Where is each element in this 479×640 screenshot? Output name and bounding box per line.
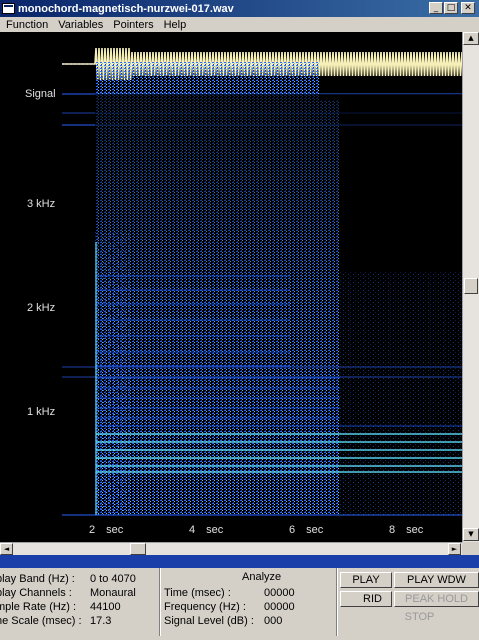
- vertical-scroll-thumb[interactable]: [464, 278, 478, 294]
- status-band: [0, 555, 479, 568]
- menu-help[interactable]: Help: [159, 19, 192, 31]
- scroll-up-icon[interactable]: ▲: [463, 32, 479, 45]
- x-label-6sec: 6 sec: [289, 524, 324, 536]
- menu-variables[interactable]: Variables: [53, 19, 108, 31]
- scroll-corner: [462, 542, 479, 555]
- display-settings: play Band (Hz) : 0 to 4070 play Channels …: [0, 572, 156, 634]
- minimize-button[interactable]: _: [429, 2, 443, 14]
- x-label-4sec: 4 sec: [189, 524, 224, 536]
- info-label: play Band (Hz) :: [0, 573, 75, 585]
- analyze-title: Analyze: [242, 571, 282, 583]
- stop-button[interactable]: STOP: [340, 610, 479, 626]
- info-label: mple Rate (Hz) :: [0, 601, 77, 613]
- info-label: ne Scale (msec) :: [0, 615, 82, 627]
- play-button[interactable]: PLAY: [340, 572, 392, 588]
- play-window-button[interactable]: PLAY WDW: [394, 572, 479, 588]
- info-panel: play Band (Hz) : 0 to 4070 play Channels …: [0, 568, 479, 640]
- peak-hold-button[interactable]: PEAK HOLD: [394, 591, 479, 607]
- analyze-label: Signal Level (dB) :: [164, 615, 254, 627]
- spectrogram-view[interactable]: Signal 3 kHz 2 kHz 1 kHz 2 sec 4 sec 6 s…: [0, 32, 462, 542]
- signal-label: Signal: [25, 88, 56, 100]
- menu-bar: Function Variables Pointers Help: [0, 17, 479, 32]
- vertical-scrollbar[interactable]: ▲ ▼: [462, 32, 479, 542]
- scroll-down-icon[interactable]: ▼: [463, 528, 479, 541]
- maximize-button[interactable]: □: [444, 2, 458, 14]
- y-label-3khz: 3 kHz: [27, 198, 56, 210]
- info-value: Monaural: [90, 587, 136, 599]
- window-title: monochord-magnetisch-nurzwei-017.wav: [18, 2, 234, 15]
- analyze-value: 00000: [264, 587, 295, 599]
- info-value: 44100: [90, 601, 121, 613]
- analyze-label: Time (msec) :: [164, 587, 231, 599]
- panel-divider: [336, 568, 338, 636]
- app-icon: [2, 3, 15, 14]
- info-label: play Channels :: [0, 587, 72, 599]
- horizontal-scroll-thumb[interactable]: [130, 543, 146, 555]
- analyze-value: 000: [264, 615, 283, 627]
- scroll-left-icon[interactable]: ◄: [0, 543, 13, 555]
- grid-button[interactable]: RID: [340, 591, 392, 607]
- menu-pointers[interactable]: Pointers: [108, 19, 158, 31]
- y-label-1khz: 1 kHz: [27, 406, 56, 418]
- spectrogram-canvas: [62, 47, 462, 516]
- title-bar: monochord-magnetisch-nurzwei-017.wav _ □…: [0, 0, 479, 17]
- analyze-value: 00000: [264, 601, 295, 613]
- horizontal-scrollbar[interactable]: ◄ ►: [0, 542, 462, 555]
- menu-function[interactable]: Function: [0, 19, 53, 31]
- y-label-2khz: 2 kHz: [27, 302, 56, 314]
- panel-divider: [159, 568, 161, 636]
- analyze-label: Frequency (Hz) :: [164, 601, 246, 613]
- analyze-panel: Analyze Time (msec) : 00000 Frequency (Hz…: [164, 568, 334, 636]
- info-value: 17.3: [90, 615, 112, 627]
- info-value: 0 to 4070: [90, 573, 136, 585]
- x-label-8sec: 8 sec: [389, 524, 424, 536]
- scroll-right-icon[interactable]: ►: [448, 543, 461, 555]
- close-button[interactable]: ✕: [461, 2, 475, 14]
- x-label-2sec: 2 sec: [89, 524, 124, 536]
